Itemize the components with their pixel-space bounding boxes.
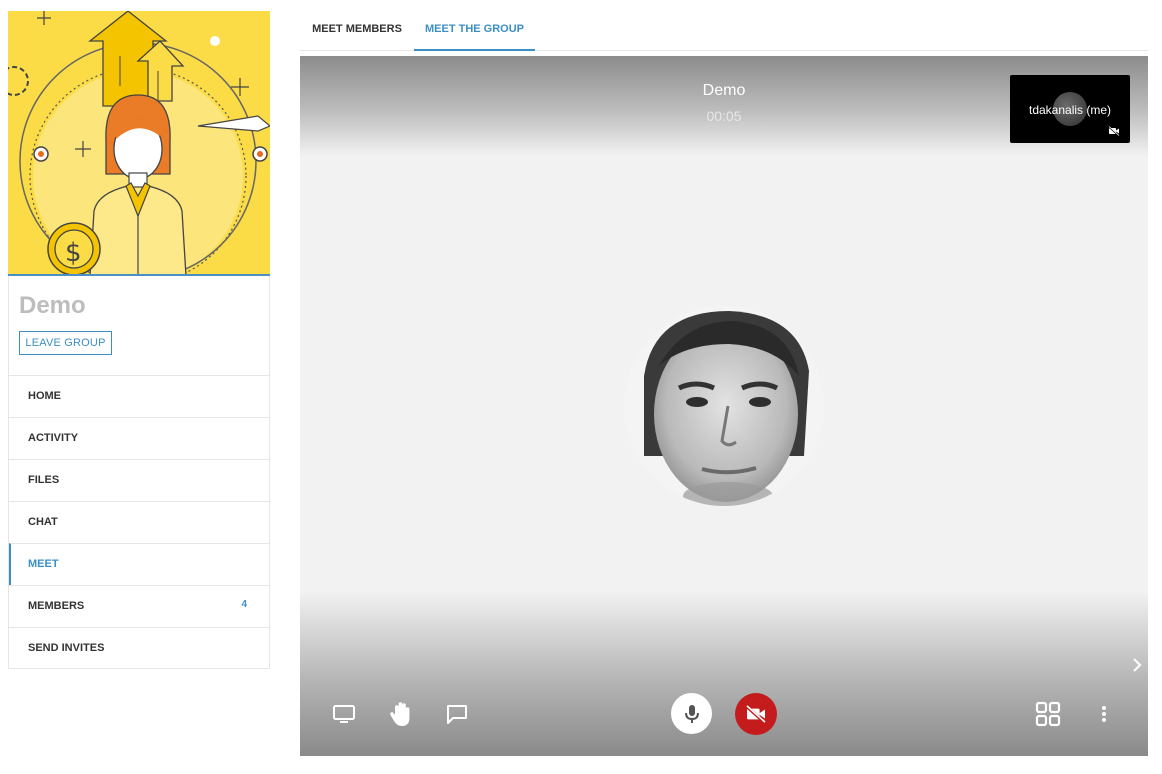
speaker-face-photo: [624, 306, 824, 506]
tab-meet-members[interactable]: MEET MEMBERS: [300, 12, 414, 51]
more-vertical-icon: [1102, 706, 1106, 722]
bottom-gradient: [300, 591, 1148, 756]
chevron-right-icon[interactable]: [1132, 658, 1142, 672]
group-cover-image: $: [8, 11, 270, 276]
microphone-button[interactable]: [671, 693, 712, 734]
nav-item-label: FILES: [28, 474, 60, 486]
svg-text:$: $: [65, 238, 82, 268]
camera-toggle-button[interactable]: [735, 693, 777, 735]
nav-item-chat[interactable]: CHAT: [9, 501, 269, 543]
leave-group-button[interactable]: LEAVE GROUP: [19, 331, 112, 355]
nav-item-members[interactable]: MEMBERS 4: [9, 585, 269, 627]
more-options-button[interactable]: [1096, 702, 1112, 726]
nav-item-label: MEMBERS: [28, 600, 85, 612]
camera-off-icon: [745, 705, 766, 723]
nav-item-label: MEET: [28, 558, 59, 570]
businesswoman-illustration: $: [8, 11, 270, 274]
self-name-label: tdakanalis (me): [1028, 103, 1112, 117]
speaker-avatar: [624, 306, 824, 506]
tile-view-button[interactable]: [1034, 700, 1062, 728]
nav-item-send-invites[interactable]: SEND INVITES: [9, 627, 269, 669]
group-sidebar: $ Demo LEAVE GROUP HOME ACTIVITY FILES C…: [8, 11, 270, 669]
nav-item-label: SEND INVITES: [28, 642, 105, 654]
nav-item-label: HOME: [28, 390, 61, 402]
raise-hand-icon: [390, 702, 410, 726]
group-title: Demo: [19, 292, 86, 319]
meet-tabs: MEET MEMBERS MEET THE GROUP: [300, 12, 1148, 51]
screen-share-icon: [333, 705, 355, 723]
meeting-stage: Demo 00:05 tdakanalis (me): [300, 56, 1148, 756]
tab-meet-the-group[interactable]: MEET THE GROUP: [414, 12, 535, 51]
tile-view-icon: [1035, 701, 1061, 727]
nav-item-meet[interactable]: MEET: [9, 543, 269, 585]
members-count-badge: 4: [241, 599, 247, 610]
chat-button[interactable]: [443, 702, 471, 726]
chat-icon: [447, 705, 467, 724]
nav-item-home[interactable]: HOME: [9, 375, 269, 417]
nav-item-label: ACTIVITY: [28, 432, 79, 444]
group-nav: HOME ACTIVITY FILES CHAT MEET MEMBERS 4 S…: [9, 375, 269, 669]
self-view-thumbnail[interactable]: tdakanalis (me): [1010, 75, 1130, 143]
nav-item-label: CHAT: [28, 516, 58, 528]
screen-share-button[interactable]: [330, 702, 358, 726]
camera-off-icon: [1108, 126, 1120, 136]
nav-item-files[interactable]: FILES: [9, 459, 269, 501]
microphone-icon: [684, 704, 699, 723]
nav-item-activity[interactable]: ACTIVITY: [9, 417, 269, 459]
raise-hand-button[interactable]: [387, 700, 415, 728]
